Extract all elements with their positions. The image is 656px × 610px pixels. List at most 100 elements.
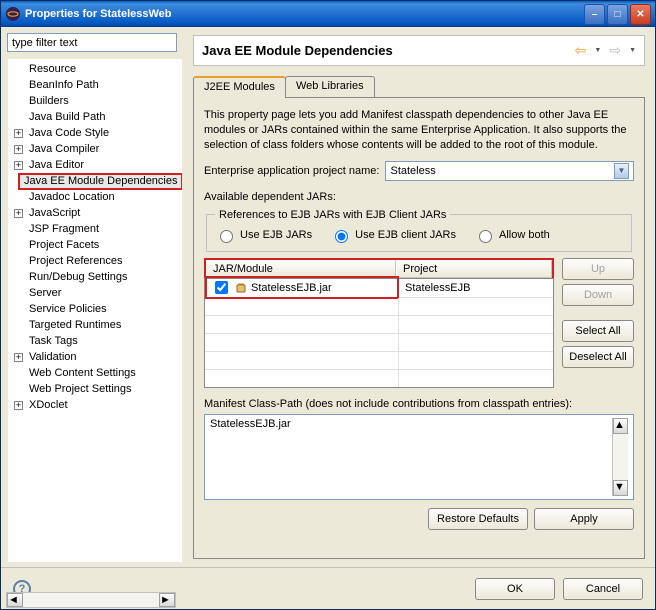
expand-icon[interactable]: + [14,401,23,410]
nav-forward-menu-icon[interactable]: ▼ [629,47,636,54]
tree-item-java-code-style[interactable]: + Java Code Style [8,125,182,141]
tree-item-beaninfo-path[interactable]: BeanInfo Path [8,77,182,93]
row-checkbox[interactable] [215,281,228,294]
tree-item-label: XDoclet [27,399,70,411]
ear-label: Enterprise application project name: [204,165,379,177]
tree-item-label: Java EE Module Dependencies [18,173,183,190]
column-project[interactable]: Project [396,260,552,278]
tree-item-jsp-fragment[interactable]: JSP Fragment [8,221,182,237]
table-row[interactable]: StatelessEJB.jar StatelessEJB [205,279,553,297]
nav-forward-icon: ⇨ [609,42,621,59]
maximize-button[interactable]: □ [607,4,628,25]
tree-indent [14,225,23,234]
ear-combo[interactable]: Stateless ▼ [385,161,634,181]
nav-back-icon[interactable]: ⇦ [575,42,587,59]
deselect-all-button[interactable]: Deselect All [562,346,634,368]
tree-item-service-policies[interactable]: Service Policies [8,301,182,317]
tree-indent [14,113,23,122]
manifest-label: Manifest Class-Path (does not include co… [204,398,634,410]
tree-item-resource[interactable]: Resource [8,61,182,77]
expand-icon[interactable]: + [14,353,23,362]
page-banner: Java EE Module Dependencies ⇦▼ ⇨▼ [193,35,645,66]
jar-name: StatelessEJB.jar [251,282,332,294]
ok-button[interactable]: OK [475,578,555,600]
tree-item-run-debug-settings[interactable]: Run/Debug Settings [8,269,182,285]
cancel-button[interactable]: Cancel [563,578,643,600]
restore-defaults-button[interactable]: Restore Defaults [428,508,528,530]
tree-item-web-content-settings[interactable]: Web Content Settings [8,365,182,381]
available-jars-label: Available dependent JARs: [204,191,634,203]
tree-indent [14,289,23,298]
up-button[interactable]: Up [562,258,634,280]
tree-item-builders[interactable]: Builders [8,93,182,109]
tree-item-label: JavaScript [27,207,82,219]
manifest-textarea[interactable]: StatelessEJB.jar ▲▼ [204,414,634,500]
select-all-button[interactable]: Select All [562,320,634,342]
tree-item-xdoclet[interactable]: + XDoclet [8,397,182,413]
tab-bar: J2EE Modules Web Libraries [193,76,645,98]
close-button[interactable]: ✕ [630,4,651,25]
tree-indent [14,305,23,314]
expand-icon[interactable]: + [14,145,23,154]
column-jar-module[interactable]: JAR/Module [206,260,396,278]
ejb-refs-legend: References to EJB JARs with EJB Client J… [215,209,450,221]
tree-indent [14,65,23,74]
tree-item-java-ee-module-dependencies[interactable]: Java EE Module Dependencies [8,173,182,189]
tree-item-label: Service Policies [27,303,109,315]
tree-item-javadoc-location[interactable]: Javadoc Location [8,189,182,205]
window-title: Properties for StatelessWeb [25,8,172,20]
tree-item-label: Javadoc Location [27,191,117,203]
tree-item-java-compiler[interactable]: + Java Compiler [8,141,182,157]
vertical-scrollbar[interactable]: ▲▼ [612,418,628,496]
description-text: This property page lets you add Manifest… [204,108,634,153]
tree-item-validation[interactable]: + Validation [8,349,182,365]
tree-item-web-project-settings[interactable]: Web Project Settings [8,381,182,397]
tree-item-server[interactable]: Server [8,285,182,301]
minimize-button[interactable]: – [584,4,605,25]
tree-item-label: Project Facets [27,239,101,251]
tree-item-label: Task Tags [27,335,80,347]
chevron-down-icon[interactable]: ▼ [614,163,629,179]
tree-item-label: Web Project Settings [27,383,134,395]
tree-indent [14,97,23,106]
tab-web-libraries[interactable]: Web Libraries [285,76,375,97]
tree-item-project-facets[interactable]: Project Facets [8,237,182,253]
expand-icon[interactable]: + [14,209,23,218]
down-button[interactable]: Down [562,284,634,306]
tree-item-javascript[interactable]: + JavaScript [8,205,182,221]
expand-icon[interactable]: + [14,129,23,138]
expand-icon[interactable]: + [14,161,23,170]
filter-input[interactable] [7,33,177,52]
jar-table[interactable]: JAR/Module Project StatelessEJB.jar Stat… [204,258,554,388]
tree-item-label: BeanInfo Path [27,79,101,91]
category-tree[interactable]: Resource BeanInfo Path BuildersJava Build … [7,58,183,563]
tree-item-label: Java Code Style [27,127,111,139]
tree-indent [14,241,23,250]
radio-use-ejb-jars[interactable]: Use EJB JARs [215,227,312,243]
apply-button[interactable]: Apply [534,508,634,530]
tree-item-label: Run/Debug Settings [27,271,129,283]
eclipse-icon [5,6,21,22]
ejb-refs-group: References to EJB JARs with EJB Client J… [206,209,632,252]
tree-item-targeted-runtimes[interactable]: Targeted Runtimes [8,317,182,333]
tree-item-label: JSP Fragment [27,223,101,235]
tree-item-project-references[interactable]: Project References [8,253,182,269]
title-bar: Properties for StatelessWeb – □ ✕ [1,1,655,27]
tree-indent [14,321,23,330]
tree-indent [14,385,23,394]
tree-item-label: Validation [27,351,79,363]
tree-item-task-tags[interactable]: Task Tags [8,333,182,349]
tree-item-label: Java Compiler [27,143,101,155]
radio-use-ejb-client-jars[interactable]: Use EJB client JARs [330,227,456,243]
tab-j2ee-modules[interactable]: J2EE Modules [193,76,286,98]
radio-allow-both[interactable]: Allow both [474,227,550,243]
tree-item-label: Web Content Settings [27,367,138,379]
tree-item-java-build-path[interactable]: Java Build Path [8,109,182,125]
tree-item-label: Server [27,287,63,299]
tree-item-label: Resource [27,63,78,75]
tree-item-label: Targeted Runtimes [27,319,123,331]
nav-back-menu-icon[interactable]: ▼ [594,47,601,54]
tree-indent [14,257,23,266]
tree-item-java-editor[interactable]: +Java Editor [8,157,182,173]
horizontal-scrollbar[interactable]: ◄► [6,592,176,608]
